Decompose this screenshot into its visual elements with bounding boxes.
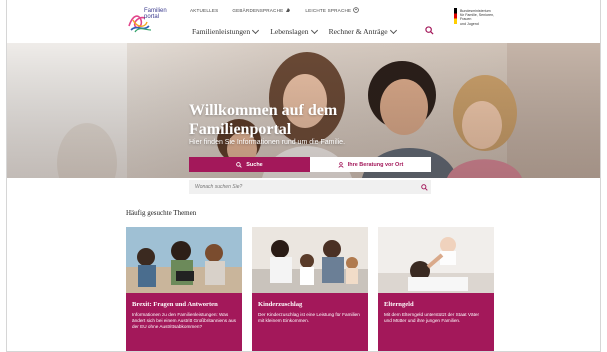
topic-card-brexit[interactable]: Brexit: Fragen und Antworten Information…	[126, 227, 242, 351]
ministry-logo[interactable]: Bundesministerium für Familie, Senioren,…	[454, 8, 514, 30]
site-header: Familien portal AKTUELLES GEBÄRDENSPRACH…	[7, 0, 600, 43]
card-text: Informationen zu den Familienleistungen:…	[132, 312, 236, 330]
nav-rechner-antraege[interactable]: Rechner & Anträge	[328, 26, 397, 36]
meta-link-aktuelles[interactable]: AKTUELLES	[190, 7, 218, 13]
tab-beratung-label: Ihre Beratung vor Ort	[347, 161, 404, 168]
section-title-frequent-topics: Häufig gesuchte Themen	[126, 209, 197, 217]
nav-familienleistungen[interactable]: Familienleistungen	[192, 26, 260, 36]
topic-card-elterngeld[interactable]: Elterngeld Mit dem Elterngeld unterstütz…	[378, 227, 494, 351]
search-input[interactable]	[189, 183, 417, 191]
meta-link-label: GEBÄRDENSPRACHE	[232, 7, 284, 13]
easy-language-icon	[353, 7, 360, 13]
hero-title: Willkommen auf dem Familienportal	[189, 101, 389, 139]
ministry-line-3: und Jugend	[460, 21, 479, 26]
meta-navigation: AKTUELLES GEBÄRDENSPRACHE LEICHTE SPRACH…	[190, 7, 360, 13]
header-search-button[interactable]	[425, 26, 434, 35]
hand-icon	[286, 8, 291, 12]
meta-link-label: AKTUELLES	[190, 7, 219, 13]
search-icon	[425, 26, 434, 35]
tab-beratung-vor-ort[interactable]: Ihre Beratung vor Ort	[310, 157, 431, 172]
nav-label: Lebenslagen	[270, 27, 309, 36]
person-icon	[338, 161, 344, 168]
meta-link-label: LEICHTE SPRACHE	[305, 7, 352, 13]
chevron-down-icon	[310, 26, 318, 34]
hero-title-line-2: Familienportal	[189, 121, 292, 138]
hero-banner: Willkommen auf dem Familienportal Hier f…	[7, 43, 600, 178]
hero-title-line-1: Willkommen auf dem	[189, 102, 338, 119]
card-body: Kinderzuschlag Der Kinderzuschlag ist ei…	[252, 293, 368, 351]
chevron-down-icon	[389, 26, 397, 34]
main-navigation: Familienleistungen Lebenslagen Rechner &…	[192, 26, 397, 36]
card-title: Kinderzuschlag	[258, 301, 303, 308]
card-body: Elterngeld Mit dem Elterngeld unterstütz…	[378, 293, 494, 351]
tab-suche-label: Suche	[246, 161, 263, 168]
search-icon[interactable]	[421, 183, 428, 191]
card-body: Brexit: Fragen und Antworten Information…	[126, 293, 242, 351]
nav-label: Familienleistungen	[192, 27, 251, 36]
card-image-father-baby	[378, 227, 494, 293]
tab-suche[interactable]: Suche	[189, 157, 310, 172]
card-image-family-tablet	[126, 227, 242, 293]
search-field-container	[189, 180, 431, 194]
logo-wordmark: Familien portal	[144, 8, 167, 20]
card-title: Elterngeld	[384, 301, 414, 308]
hero-subtitle: Hier finden Sie Informationen rund um di…	[189, 139, 346, 146]
topic-card-kinderzuschlag[interactable]: Kinderzuschlag Der Kinderzuschlag ist ei…	[252, 227, 368, 351]
page: Familien portal AKTUELLES GEBÄRDENSPRACH…	[0, 0, 607, 352]
ministry-line-2: für Familie, Senioren, Frauen	[460, 13, 495, 22]
nav-lebenslagen[interactable]: Lebenslagen	[270, 26, 318, 36]
browser-viewport: Familien portal AKTUELLES GEBÄRDENSPRACH…	[6, 0, 601, 352]
meta-link-gebaerdensprache[interactable]: GEBÄRDENSPRACHE	[232, 7, 291, 13]
chevron-down-icon	[252, 26, 260, 34]
card-image-family-sofa	[252, 227, 368, 293]
meta-link-leichte-sprache[interactable]: LEICHTE SPRACHE	[305, 7, 360, 13]
federal-eagle-flag-icon	[454, 8, 457, 24]
card-title: Brexit: Fragen und Antworten	[132, 301, 218, 308]
ministry-name: Bundesministerium für Familie, Senioren,…	[460, 9, 500, 26]
logo-line-2: portal	[144, 14, 160, 20]
search-tabs: Suche Ihre Beratung vor Ort	[189, 157, 431, 172]
search-icon	[236, 161, 242, 168]
card-text: Der Kinderzuschlag ist eine Leistung für…	[258, 312, 360, 324]
nav-label: Rechner & Anträge	[328, 27, 388, 36]
card-text: Mit dem Elterngeld unterstützt der Staat…	[384, 312, 480, 324]
